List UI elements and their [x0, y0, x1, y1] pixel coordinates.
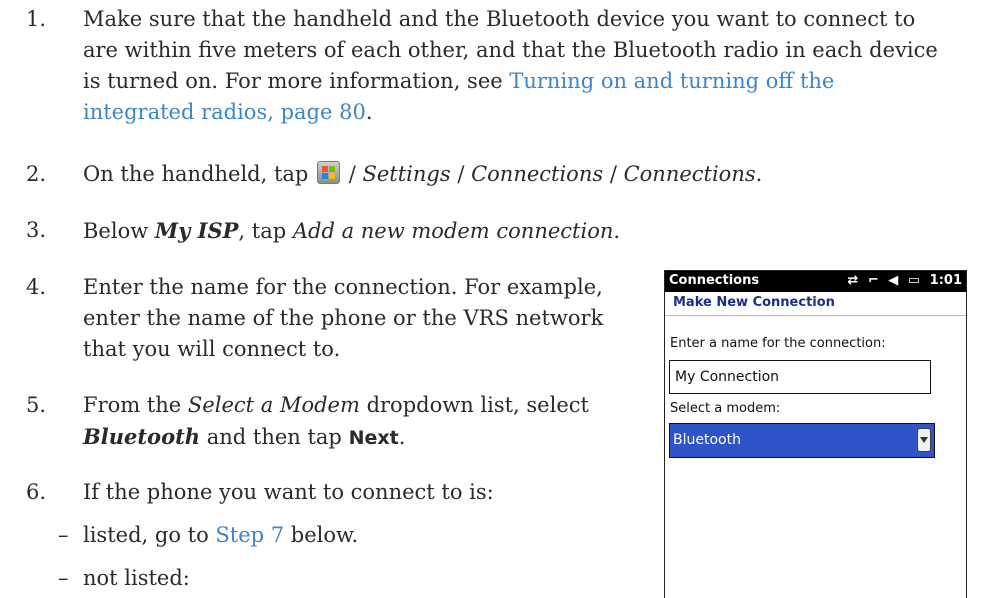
step-number: 2.	[26, 162, 47, 186]
modem-select-value: Bluetooth	[673, 432, 741, 448]
signal-off-icon: ⌐	[867, 273, 879, 288]
step-number: 4.	[26, 275, 47, 299]
device-title: Connections	[669, 273, 760, 288]
modem-label: Select a modem:	[670, 401, 781, 416]
step-text: Enter the name for the connection. For e…	[83, 275, 604, 361]
step-text: Make sure that the handheld and the Blue…	[83, 7, 938, 124]
speaker-icon: ◀	[888, 273, 899, 288]
modem-select[interactable]: Bluetooth	[669, 423, 935, 458]
link-turning-on-radios[interactable]: Turning on and turning off the	[509, 69, 834, 93]
step-text: From the Select a Modem dropdown list, s…	[83, 393, 589, 449]
device-time: 1:01	[929, 273, 962, 288]
device-header: Make New Connection	[665, 292, 966, 314]
windows-start-icon	[317, 161, 341, 184]
step-number: 3.	[26, 218, 47, 242]
link-step-7[interactable]: Step 7	[215, 523, 284, 547]
device-title-bar: Connections ⇄ ⌐ ◀ ▭ 1:01	[665, 271, 966, 292]
step-text: Below My ISP, tap Add a new modem connec…	[83, 218, 621, 243]
chevron-down-icon[interactable]	[917, 428, 931, 452]
link-integrated-radios[interactable]: integrated radios, page 80	[83, 100, 366, 124]
connection-name-value: My Connection	[675, 369, 780, 385]
divider	[665, 315, 966, 316]
battery-icon: ▭	[907, 273, 921, 288]
data-sync-icon: ⇄	[847, 273, 859, 288]
connection-name-input[interactable]: My Connection	[669, 360, 931, 394]
step-number: 5.	[26, 393, 47, 417]
device-header-title: Make New Connection	[673, 295, 835, 310]
step-number: 6.	[26, 480, 47, 504]
step-text: On the handheld, tap / Settings / Connec…	[83, 161, 763, 186]
step-number: 1.	[26, 7, 47, 31]
device-screenshot: Connections ⇄ ⌐ ◀ ▭ 1:01 Make New Connec…	[664, 270, 967, 598]
name-label: Enter a name for the connection:	[670, 336, 886, 351]
step-text: If the phone you want to connect to is:	[83, 480, 494, 504]
